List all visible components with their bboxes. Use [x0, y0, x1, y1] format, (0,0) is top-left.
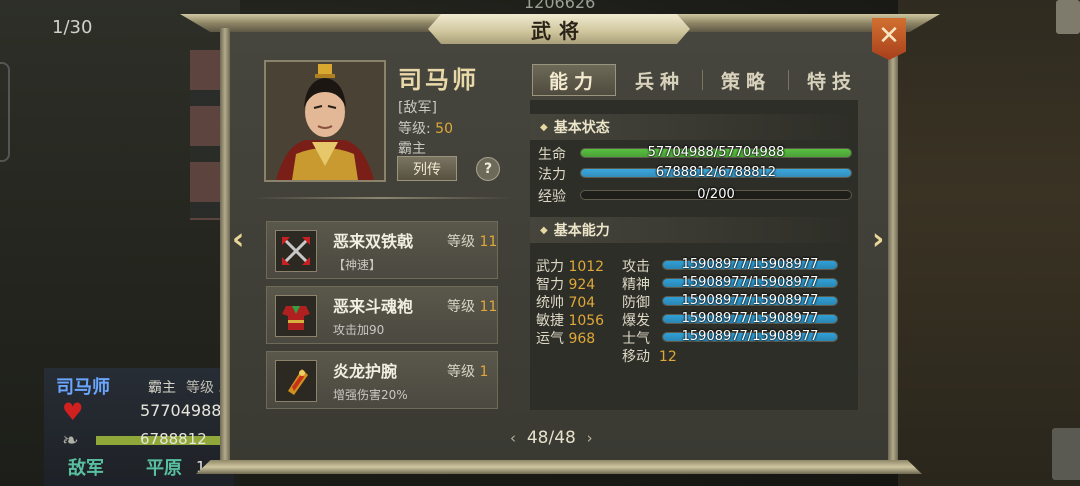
defense-bar: 15908977/15908977	[662, 293, 838, 308]
attack-bar: 15908977/15908977	[662, 257, 838, 272]
frame-bottom	[196, 460, 922, 474]
hp-label: 生命	[538, 147, 566, 163]
exp-text: 0/200	[697, 187, 735, 202]
tab-troops[interactable]: 兵种	[620, 64, 700, 96]
combat-label: 爆发	[622, 313, 650, 329]
burst-bar: 15908977/15908977	[662, 311, 838, 326]
equipment-slot-armor[interactable]: 恶来斗魂袍 等级 11 攻击加90	[266, 286, 498, 344]
pager: ‹ 48/48 ›	[510, 428, 593, 448]
pager-prev-arrow[interactable]: ‹	[510, 429, 516, 447]
twin-halberd-icon	[275, 230, 317, 272]
stats-panel: ◆ 基本状态 生命 57704988/57704988 法力 6788812/67…	[530, 100, 858, 410]
frame-right	[888, 28, 898, 464]
turn-counter: 1/30	[52, 17, 93, 38]
attr-intelligence: 智力 924	[536, 277, 596, 293]
morale-bar: 15908977/15908977	[662, 329, 838, 344]
exp-bar: 0/200	[580, 187, 852, 202]
hero-level: 等级: 50	[398, 118, 453, 138]
exp-label: 经验	[538, 189, 566, 205]
equipment-name: 恶来双铁戟	[333, 232, 414, 251]
tab-separator	[702, 70, 703, 90]
move-stat: 移动 12	[622, 349, 677, 365]
hero-level-value: 50	[435, 121, 453, 137]
hero-level-label: 等级:	[398, 121, 431, 137]
heart-icon: ♥	[62, 398, 84, 426]
equipment-slot-weapon[interactable]: 恶来双铁戟 等级 11 【神速】	[266, 221, 498, 279]
feather-icon: ❧	[62, 428, 79, 452]
basic-status-header: ◆ 基本状态	[530, 114, 858, 140]
dialog-title: 武将	[531, 18, 587, 43]
side-handle[interactable]	[0, 62, 10, 162]
previous-general-arrow[interactable]: ‹	[232, 222, 244, 257]
equipment-level: 等级 1	[447, 364, 489, 380]
equipment-level: 等级 11	[447, 234, 498, 250]
pause-icon[interactable]	[1052, 428, 1080, 480]
next-general-arrow[interactable]: ›	[872, 222, 884, 257]
hero-portrait	[264, 60, 386, 182]
battle-robe-icon	[275, 295, 317, 337]
battle-map-right	[898, 0, 1080, 486]
equipment-level: 等级 11	[447, 299, 498, 315]
hero-name: 司马师	[398, 65, 479, 94]
unit-side: 敌军	[68, 458, 104, 479]
equipment-desc: 【神速】	[333, 258, 382, 272]
basic-ability-header: ◆ 基本能力	[530, 217, 858, 243]
game-screen: 1/30 1206626 司马师 霸主 等级 5 ♥ 57704988 ❧ 67…	[0, 0, 1080, 486]
tab-separator	[788, 70, 789, 90]
equipment-slot-accessory[interactable]: 炎龙护腕 等级 1 增强伤害20%	[266, 351, 498, 409]
hero-faction: [敌军]	[398, 100, 437, 116]
biography-button[interactable]: 列传	[397, 156, 457, 181]
pager-next-arrow[interactable]: ›	[587, 429, 593, 447]
dragon-bracer-icon	[275, 360, 317, 402]
attr-leadership: 统帅 704	[536, 295, 596, 311]
attr-luck: 运气 968	[536, 331, 596, 347]
equipment-name: 恶来斗魂袍	[333, 297, 414, 316]
help-button[interactable]: ?	[476, 157, 500, 181]
combat-label: 防御	[622, 295, 650, 311]
mp-label: 法力	[538, 167, 566, 183]
frame-left	[220, 28, 230, 464]
equipment-desc: 攻击加90	[333, 323, 385, 337]
combat-label: 攻击	[622, 259, 650, 275]
combat-label: 精神	[622, 277, 650, 293]
menu-icon[interactable]	[1056, 0, 1080, 34]
divider	[252, 197, 512, 199]
close-icon: ✕	[878, 21, 900, 51]
pager-total: 48	[554, 428, 576, 448]
unit-mp: 6788812	[140, 430, 207, 448]
close-button[interactable]: ✕	[872, 18, 906, 60]
pager-current: 48	[526, 428, 549, 448]
unit-name: 司马师	[56, 377, 110, 398]
attr-agility: 敏捷 1056	[536, 313, 605, 329]
hp-bar: 57704988/57704988	[580, 145, 852, 160]
mp-text: 6788812/6788812	[655, 165, 777, 180]
general-portrait-image	[266, 62, 384, 180]
equipment-desc: 增强伤害20%	[333, 388, 408, 402]
tab-ability[interactable]: 能力	[532, 64, 616, 96]
tab-skills[interactable]: 特技	[792, 64, 872, 96]
title-plate: 武将	[428, 14, 690, 44]
unit-rank: 霸主	[148, 380, 176, 396]
tab-strategy[interactable]: 策略	[706, 64, 786, 96]
attr-strength: 武力 1012	[536, 259, 605, 275]
hp-text: 57704988/57704988	[647, 145, 785, 160]
combat-label: 士气	[622, 331, 650, 347]
equipment-name: 炎龙护腕	[333, 362, 398, 381]
hero-rank: 霸主	[398, 141, 426, 157]
resource-number: 1206626	[524, 0, 596, 12]
mp-bar: 6788812/6788812	[580, 165, 852, 180]
spirit-bar: 15908977/15908977	[662, 275, 838, 290]
unit-terrain: 平原	[146, 458, 182, 479]
